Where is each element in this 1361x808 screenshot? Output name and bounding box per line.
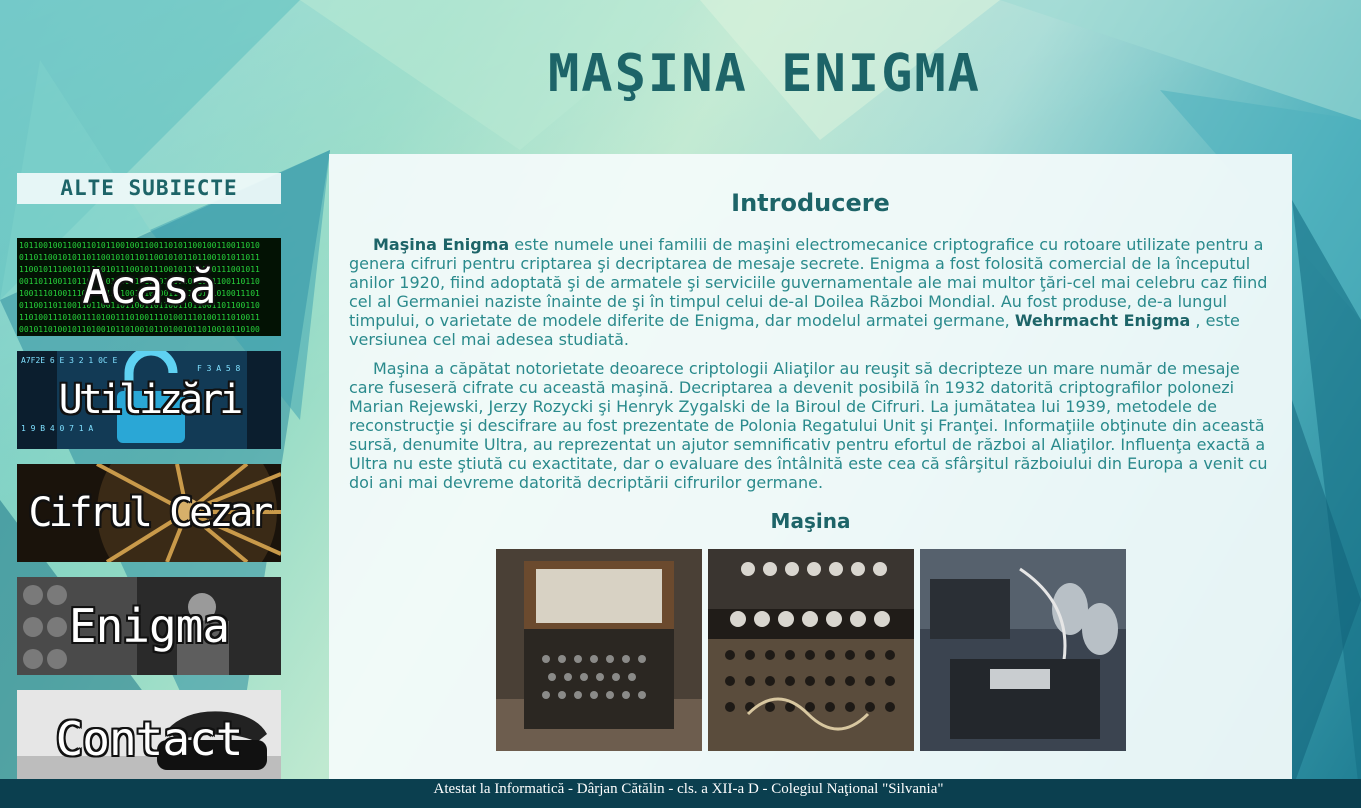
nav-item-cifrul-cezar[interactable]: Cifrul Cezar xyxy=(17,464,281,562)
sidebar-nav: ALTE SUBIECTE 10110010011001101011001001… xyxy=(17,173,281,803)
lead-term: Maşina Enigma xyxy=(373,235,510,254)
footer-text: Atestat la Informatică - Dârjan Cătălin … xyxy=(433,781,944,797)
photo-gallery xyxy=(349,549,1272,751)
intro-paragraph-2: Maşina a căpătat notorietate deoarece cr… xyxy=(349,359,1268,492)
nav-item-contact[interactable]: Contact xyxy=(17,690,281,788)
svg-text:A7F2E 6 E 3 2 1 0C E: A7F2E 6 E 3 2 1 0C E xyxy=(21,356,118,365)
nav-label: Utilizări xyxy=(58,377,244,423)
main-content: Introducere Maşina Enigma este numele un… xyxy=(329,154,1292,779)
nav-label: Enigma xyxy=(68,599,230,653)
emphasis-term: Wehrmacht Enigma xyxy=(1014,311,1191,330)
enigma-rotors-photo xyxy=(919,549,1126,751)
nav-label: Acasă xyxy=(82,260,216,314)
page-title: MAŞINA ENIGMA xyxy=(548,44,981,104)
enigma-box-photo xyxy=(495,549,702,751)
section-title-machine: Maşina xyxy=(770,509,851,533)
sidebar-heading: ALTE SUBIECTE xyxy=(17,173,281,204)
svg-text:1 9 B 4 0 7 1 A: 1 9 B 4 0 7 1 A xyxy=(21,424,93,433)
section-title-intro: Introducere xyxy=(731,189,890,217)
page-footer: Atestat la Informatică - Dârjan Cătălin … xyxy=(0,779,1361,808)
svg-text:110100111010011101001110100111: 1101001110100111010011101001110100111010… xyxy=(19,313,260,322)
nav-item-acasa[interactable]: 1011001001100110101100100110011010110010… xyxy=(17,238,281,336)
svg-text:001011010010110100101101001011: 0010110100101101001011010010110100101101… xyxy=(19,325,260,334)
nav-label: Contact xyxy=(55,712,244,766)
svg-text:101100100110011010110010011001: 1011001001100110101100100110011010110010… xyxy=(19,241,260,250)
nav-item-enigma[interactable]: Enigma xyxy=(17,577,281,675)
enigma-keyboard-photo xyxy=(707,549,914,751)
nav-item-utilizari[interactable]: A7F2E 6 E 3 2 1 0C E 1 9 B 4 0 7 1 A F 3… xyxy=(17,351,281,449)
nav-label: Cifrul Cezar xyxy=(28,490,274,536)
intro-paragraph-1: Maşina Enigma este numele unei familii d… xyxy=(349,235,1268,349)
svg-text:F 3 A 5 8: F 3 A 5 8 xyxy=(197,364,241,373)
